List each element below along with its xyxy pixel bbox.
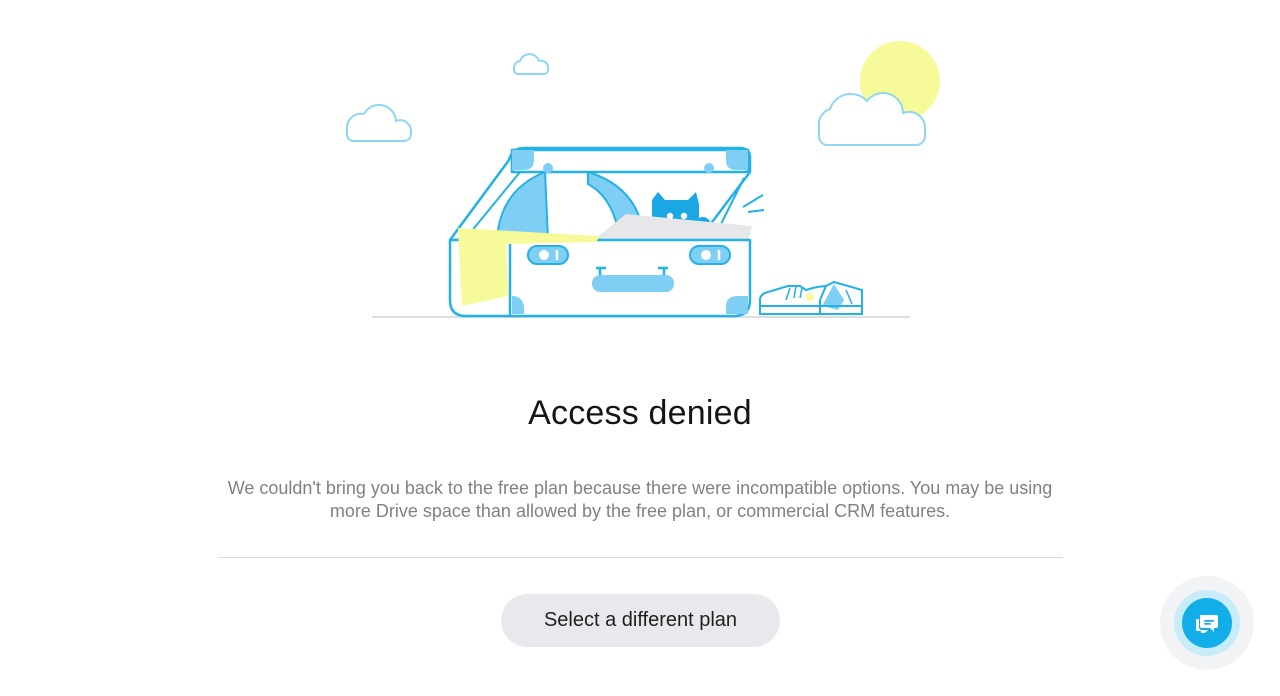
- error-description: We couldn't bring you back to the free p…: [227, 478, 1053, 521]
- cloud-icon: [345, 104, 412, 142]
- select-different-plan-button[interactable]: Select a different plan: [501, 594, 780, 647]
- access-denied-page: Access denied We couldn't bring you back…: [0, 0, 1280, 696]
- page-title: Access denied: [528, 394, 752, 432]
- chat-bubbles-icon: [1196, 615, 1218, 633]
- suitcase-illustration: [345, 41, 940, 318]
- divider: [218, 557, 1063, 558]
- cloud-icon: [512, 53, 549, 75]
- chat-widget-button[interactable]: [1182, 598, 1232, 648]
